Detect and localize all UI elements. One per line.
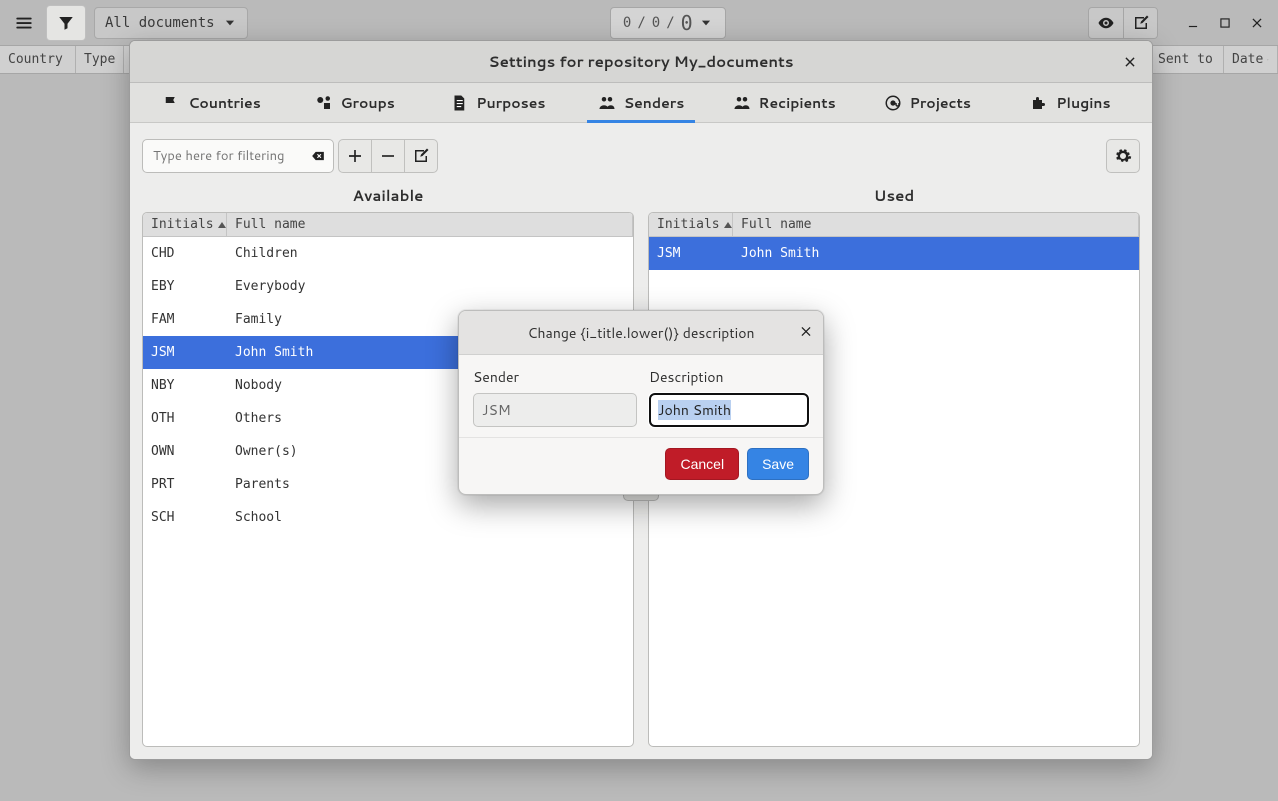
people-recv-icon [733, 94, 751, 112]
funnel-icon [57, 14, 75, 32]
people-send-icon [598, 94, 616, 112]
list-toolbar [142, 139, 1140, 173]
sender-input[interactable] [473, 393, 637, 427]
filter-button[interactable] [46, 5, 86, 41]
window-minimize-button[interactable] [1178, 8, 1208, 38]
dialog-titlebar: Settings for repository My_documents [130, 41, 1152, 83]
counter-b: 0 [652, 15, 660, 31]
at-icon [884, 94, 902, 112]
cell-fullname: Everybody [227, 279, 633, 294]
col-country[interactable]: Country [0, 46, 76, 73]
document-filter-label: All documents [105, 15, 215, 31]
window-maximize-button[interactable] [1210, 8, 1240, 38]
save-button[interactable]: Save [747, 448, 809, 480]
table-row[interactable]: SCHSchool [143, 501, 633, 534]
tab-purposes[interactable]: Purposes [426, 83, 569, 122]
preview-toggle-button[interactable] [1089, 8, 1123, 38]
close-icon [1123, 55, 1137, 69]
shapes-icon [315, 94, 333, 112]
cell-initials: CHD [143, 246, 227, 261]
hamburger-icon [15, 14, 33, 32]
counter-c: 0 [681, 11, 693, 35]
col-date[interactable]: Date [1224, 46, 1278, 73]
cell-initials: NBY [143, 378, 227, 393]
edit-box-icon [412, 147, 430, 165]
table-row[interactable]: EBYEverybody [143, 270, 633, 303]
cell-initials: JSM [143, 345, 227, 360]
cancel-button[interactable]: Cancel [665, 448, 739, 480]
cell-initials: OWN [143, 444, 227, 459]
sort-desc-icon [1267, 56, 1269, 64]
filter-input[interactable] [142, 139, 334, 173]
cell-initials: FAM [143, 312, 227, 327]
tab-recipients[interactable]: Recipients [713, 83, 856, 122]
cell-initials: SCH [143, 510, 227, 525]
cell-initials: PRT [143, 477, 227, 492]
close-icon [799, 324, 813, 338]
available-grid-header: Initials Full name [143, 213, 633, 237]
description-label: Description [649, 367, 809, 387]
chevron-down-icon [699, 16, 713, 30]
tab-countries[interactable]: Countries [140, 83, 283, 122]
document-icon [450, 94, 468, 112]
remove-button[interactable] [371, 139, 405, 173]
dialog-title: Settings for repository My_documents [488, 51, 793, 72]
filter-clear-button[interactable] [308, 146, 328, 166]
tab-plugins[interactable]: Plugins [999, 83, 1142, 122]
col-initials-header[interactable]: Initials [143, 213, 227, 236]
col-type[interactable]: Type [76, 46, 124, 73]
plus-icon [346, 147, 364, 165]
settings-tabs: Countries Groups Purposes Senders Recipi… [130, 83, 1152, 123]
table-row[interactable]: CHDChildren [143, 237, 633, 270]
tab-senders[interactable]: Senders [569, 83, 712, 122]
col-initials-header[interactable]: Initials [649, 213, 733, 236]
flag-icon [162, 94, 180, 112]
tab-groups[interactable]: Groups [283, 83, 426, 122]
col-sent-to[interactable]: Sent to [1150, 46, 1224, 73]
backspace-icon [311, 149, 325, 163]
sort-asc-icon [724, 222, 732, 228]
popup-title: Change {i_title.lower()} description [527, 323, 754, 343]
cell-fullname: School [227, 510, 633, 525]
dialog-close-button[interactable] [1118, 50, 1142, 74]
maximize-icon [1218, 16, 1232, 30]
edit-box-icon [1132, 14, 1150, 32]
cell-fullname: John Smith [733, 246, 1139, 261]
used-heading: Used [648, 185, 1140, 206]
add-button[interactable] [338, 139, 372, 173]
puzzle-icon [1030, 94, 1048, 112]
minus-icon [379, 147, 397, 165]
col-fullname-header[interactable]: Full name [733, 213, 1139, 236]
minimize-icon [1186, 16, 1200, 30]
cell-initials: JSM [649, 246, 733, 261]
cell-initials: EBY [143, 279, 227, 294]
available-heading: Available [142, 185, 634, 206]
document-filter-dropdown[interactable]: All documents [94, 7, 248, 39]
settings-gear-button[interactable] [1106, 139, 1140, 173]
edit-description-popup: Change {i_title.lower()} description Sen… [458, 310, 824, 495]
edit-button[interactable] [404, 139, 438, 173]
eye-icon [1097, 14, 1115, 32]
used-grid-header: Initials Full name [649, 213, 1139, 237]
chevron-down-icon [223, 16, 237, 30]
window-close-button[interactable] [1242, 8, 1272, 38]
popup-close-button[interactable] [799, 322, 813, 343]
description-input[interactable] [649, 393, 809, 427]
sender-label: Sender [473, 367, 637, 387]
counter-pill[interactable]: 0 / 0 / 0 [610, 7, 726, 39]
table-row[interactable]: JSMJohn Smith [649, 237, 1139, 270]
gear-icon [1114, 147, 1132, 165]
cell-fullname: Children [227, 246, 633, 261]
edit-toggle-button[interactable] [1123, 8, 1157, 38]
hamburger-menu-button[interactable] [6, 5, 42, 41]
tab-projects[interactable]: Projects [856, 83, 999, 122]
cell-initials: OTH [143, 411, 227, 426]
col-fullname-header[interactable]: Full name [227, 213, 633, 236]
counter-a: 0 [623, 15, 631, 31]
close-icon [1250, 16, 1264, 30]
sort-asc-icon [218, 222, 226, 228]
popup-titlebar: Change {i_title.lower()} description [459, 311, 823, 355]
